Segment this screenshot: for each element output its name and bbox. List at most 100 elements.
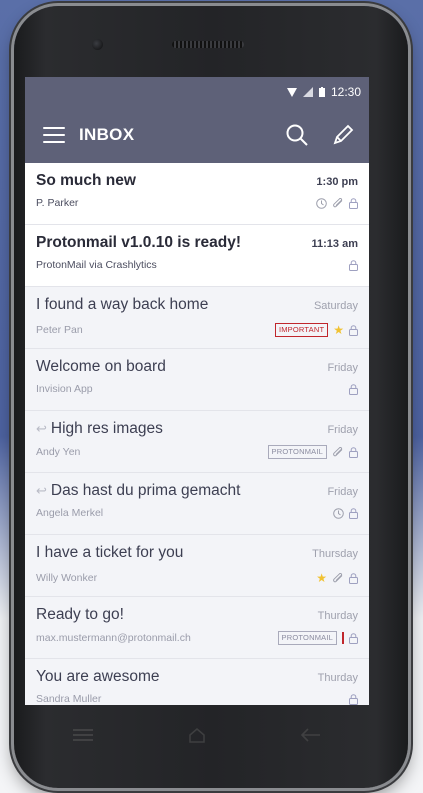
subject-text: You are awesome — [36, 668, 160, 685]
lock-icon — [349, 572, 358, 584]
message-meta: Angela Merkel — [36, 507, 358, 519]
message-row[interactable]: I have a ticket for you Thursday Willy Won… — [25, 535, 369, 597]
menu-nav-icon[interactable] — [72, 729, 93, 741]
message-subject: You are awesome — [36, 668, 160, 686]
message-time: 11:13 am — [311, 238, 358, 250]
message-meta: Sandra Muller — [36, 693, 358, 705]
subject-text: High res images — [50, 420, 163, 437]
subject-text: So much new — [36, 172, 136, 189]
message-sender: Sandra Muller — [36, 693, 102, 705]
message-subject: ↩ Das hast du prima gemacht — [36, 482, 240, 500]
subject-text: Ready to go! — [36, 606, 124, 623]
wifi-icon — [286, 87, 297, 97]
back-nav-icon[interactable] — [301, 728, 321, 742]
message-sender: Invision App — [36, 383, 93, 395]
message-sender: P. Parker — [36, 197, 79, 209]
app-screen: 12:30 INBOX So much new 1:30 pm P. Parker P… — [25, 77, 369, 705]
message-time: Friday — [327, 424, 358, 436]
earpiece-speaker — [172, 41, 244, 48]
message-sender: ProtonMail via Crashlytics — [36, 259, 157, 271]
attachment-icon — [332, 572, 344, 584]
message-icons: PROTONMAIL — [277, 631, 358, 645]
message-header: ↩ Das hast du prima gemacht Friday — [36, 482, 358, 500]
message-row[interactable]: ↩ High res images Friday Andy Yen PROTONMAIL — [25, 411, 369, 473]
message-header: Welcome on board Friday — [36, 358, 358, 376]
message-header: I found a way back home Saturday — [36, 296, 358, 314]
subject-text: Das hast du prima gemacht — [50, 482, 241, 499]
message-row[interactable]: Welcome on board Friday Invision App — [25, 349, 369, 411]
message-subject: ↩ High res images — [36, 420, 163, 438]
nav-bar — [25, 705, 369, 765]
message-subject: I found a way back home — [36, 296, 208, 314]
message-subject: Protonmail v1.0.10 is ready! — [36, 234, 241, 252]
lock-icon — [349, 507, 358, 519]
message-sender: Willy Wonker — [36, 572, 98, 584]
message-icons: IMPORTANT ★ — [274, 321, 358, 339]
message-sender: Peter Pan — [36, 324, 83, 336]
message-header: ↩ High res images Friday — [36, 420, 358, 438]
lock-icon — [349, 632, 358, 644]
message-row[interactable]: Ready to go! Thurday max.mustermann@proton… — [25, 597, 369, 659]
message-time: Friday — [327, 486, 358, 498]
message-time: Thurday — [317, 672, 358, 684]
status-time: 12:30 — [330, 85, 361, 99]
message-meta: P. Parker — [36, 197, 358, 209]
subject-text: I found a way back home — [36, 296, 209, 313]
search-icon[interactable] — [283, 121, 311, 149]
lock-icon — [349, 446, 358, 458]
message-header: I have a ticket for you Thursday — [36, 544, 358, 562]
clock-icon — [333, 507, 344, 519]
message-time: Thursday — [312, 548, 358, 560]
lock-icon — [349, 259, 358, 271]
message-meta: max.mustermann@protonmail.ch PROTONMAIL — [36, 631, 358, 645]
message-icons — [349, 693, 358, 705]
attachment-icon — [332, 197, 344, 209]
message-icons — [333, 507, 358, 519]
star-icon[interactable]: ★ — [333, 321, 344, 339]
page-title: INBOX — [79, 125, 135, 144]
star-icon[interactable]: ★ — [316, 569, 327, 587]
signal-icon — [302, 87, 313, 97]
message-row[interactable]: ↩ Das hast du prima gemacht Friday Angela M… — [25, 473, 369, 535]
home-nav-icon[interactable] — [188, 727, 206, 743]
message-label: IMPORTANT — [274, 323, 329, 337]
message-row[interactable]: You are awesome Thurday Sandra Muller — [25, 659, 369, 705]
message-header: You are awesome Thurday — [36, 668, 358, 686]
battery-icon — [318, 87, 325, 97]
message-meta: Invision App — [36, 383, 358, 395]
subject-text: Protonmail v1.0.10 is ready! — [36, 234, 242, 251]
message-icons: ★ — [316, 569, 358, 587]
reply-icon: ↩ — [36, 483, 47, 498]
message-meta: ProtonMail via Crashlytics — [36, 259, 358, 271]
lock-icon — [349, 383, 358, 395]
message-sender: Andy Yen — [36, 446, 81, 458]
menu-icon[interactable] — [43, 127, 65, 143]
message-icons: PROTONMAIL — [267, 445, 358, 459]
lock-icon — [349, 197, 358, 209]
message-meta: Peter Pan IMPORTANT ★ — [36, 321, 358, 339]
message-time: Thurday — [317, 610, 358, 622]
reply-icon: ↩ — [36, 421, 47, 436]
message-row[interactable]: I found a way back home Saturday Peter Pan… — [25, 287, 369, 349]
message-meta: Andy Yen PROTONMAIL — [36, 445, 358, 459]
message-header: So much new 1:30 pm — [36, 172, 358, 190]
message-subject: Welcome on board — [36, 358, 166, 376]
message-header: Protonmail v1.0.10 is ready! 11:13 am — [36, 234, 358, 252]
message-icons — [349, 383, 358, 395]
subject-text: Welcome on board — [36, 358, 166, 375]
message-icons — [349, 259, 358, 271]
status-bar: 12:30 — [25, 77, 369, 107]
message-sender: Angela Merkel — [36, 507, 104, 519]
lock-icon — [349, 324, 358, 336]
message-row[interactable]: So much new 1:30 pm P. Parker — [25, 163, 369, 225]
message-sender: max.mustermann@protonmail.ch — [36, 632, 191, 644]
app-bar: INBOX — [25, 107, 369, 163]
message-header: Ready to go! Thurday — [36, 606, 358, 624]
message-row[interactable]: Protonmail v1.0.10 is ready! 11:13 am Prot… — [25, 225, 369, 287]
message-subject: Ready to go! — [36, 606, 124, 624]
message-time: Friday — [327, 362, 358, 374]
compose-icon[interactable] — [329, 121, 357, 149]
message-time: 1:30 pm — [316, 176, 358, 188]
lock-icon — [349, 693, 358, 705]
message-label: PROTONMAIL — [267, 445, 327, 459]
